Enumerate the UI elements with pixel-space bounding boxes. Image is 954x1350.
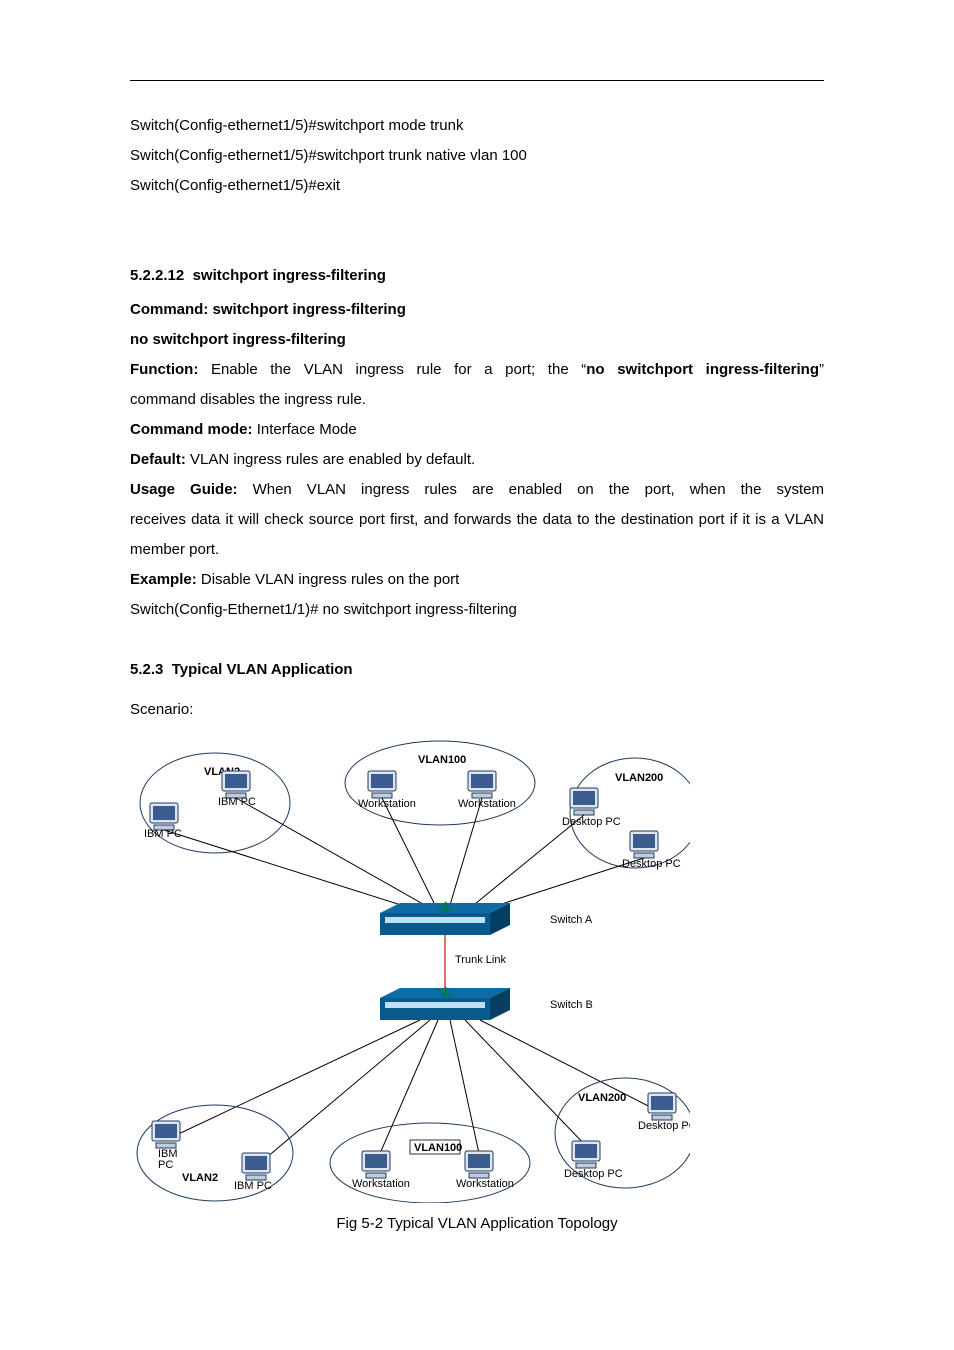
function-text-b: no switchport ingress-filtering [586, 361, 819, 378]
label-desktop: Desktop PC [622, 858, 681, 870]
mode-line: Command mode: Interface Mode [130, 415, 824, 445]
content-top-rule [130, 80, 824, 81]
no-form: no switchport ingress-filtering [130, 325, 824, 355]
label-desktop: Desktop PC [638, 1120, 690, 1132]
label-pc: PC [158, 1159, 173, 1171]
example-text: Disable VLAN ingress rules on the port [201, 571, 459, 588]
heading-number-523: 5.2.3 [130, 661, 163, 678]
command-line: Command: switchport ingress-filtering [130, 295, 824, 325]
label-vlan200-bot: VLAN200 [578, 1092, 626, 1104]
mode-text: Interface Mode [257, 421, 357, 438]
function-text-2: command disables the ingress rule. [130, 385, 824, 415]
scenario-label: Scenario: [130, 695, 824, 725]
label-workstation: Workstation [458, 798, 516, 810]
config-line-3: Switch(Config-ethernet1/5)#exit [130, 171, 824, 201]
heading-text-523: Typical VLAN Application [172, 661, 353, 678]
pc-icon [362, 1151, 390, 1178]
label-vlan100-top: VLAN100 [418, 754, 466, 766]
usage-text-1: When VLAN ingress rules are enabled on t… [253, 481, 824, 498]
function-line: Function: Enable the VLAN ingress rule f… [130, 355, 824, 385]
section-heading-52212: 5.2.2.12 switchport ingress-filtering [130, 261, 824, 291]
usage-label: Usage Guide: [130, 481, 238, 498]
pc-icon [570, 788, 598, 815]
label-ibmpc: IBM PC [234, 1180, 272, 1192]
function-text-c: ” [819, 361, 824, 378]
label-vlan2-bot: VLAN2 [182, 1172, 218, 1184]
config-line-2: Switch(Config-ethernet1/5)#switchport tr… [130, 141, 824, 171]
default-text: VLAN ingress rules are enabled by defaul… [190, 451, 475, 468]
pc-icon [242, 1153, 270, 1180]
function-label: Function: [130, 361, 198, 378]
usage-text-2: receives data it will check source port … [130, 505, 824, 565]
example-line: Example: Disable VLAN ingress rules on t… [130, 565, 824, 595]
pc-icon [150, 803, 178, 830]
mode-label: Command mode: [130, 421, 253, 438]
label-workstation: Workstation [456, 1178, 514, 1190]
example-command: Switch(Config-Ethernet1/1)# no switchpor… [130, 595, 824, 625]
pc-icon [152, 1121, 180, 1148]
label-trunk-link: Trunk Link [455, 954, 506, 966]
switch-b-icon [380, 987, 510, 1020]
pc-icon [368, 771, 396, 798]
heading-text: switchport ingress-filtering [193, 267, 386, 284]
default-line: Default: VLAN ingress rules are enabled … [130, 445, 824, 475]
default-label: Default: [130, 451, 186, 468]
section-heading-523: 5.2.3 Typical VLAN Application [130, 655, 824, 685]
label-switch-a: Switch A [550, 914, 593, 926]
command-text: switchport ingress-filtering [213, 301, 406, 318]
pc-icon [465, 1151, 493, 1178]
label-workstation: Workstation [352, 1178, 410, 1190]
pc-icon [222, 771, 250, 798]
label-vlan200-top: VLAN200 [615, 772, 663, 784]
function-text-a: Enable the VLAN ingress rule for a port;… [211, 361, 586, 378]
config-line-1: Switch(Config-ethernet1/5)#switchport mo… [130, 111, 824, 141]
label-desktop: Desktop PC [564, 1168, 623, 1180]
pc-icon [572, 1141, 600, 1168]
usage-line-1: Usage Guide: When VLAN ingress rules are… [130, 475, 824, 505]
switch-a-icon [380, 902, 510, 935]
command-label: Command: [130, 301, 208, 318]
label-vlan100-bot: VLAN100 [414, 1142, 462, 1154]
heading-number: 5.2.2.12 [130, 267, 184, 284]
pc-icon [630, 831, 658, 858]
label-switch-b: Switch B [550, 999, 593, 1011]
example-label: Example: [130, 571, 197, 588]
pc-icon [468, 771, 496, 798]
pc-icon [648, 1093, 676, 1120]
topology-diagram: VLAN2 VLAN100 VLAN200 IBM PC IBM PC Work… [130, 733, 690, 1203]
figure-caption: Fig 5-2 Typical VLAN Application Topolog… [130, 1209, 824, 1239]
